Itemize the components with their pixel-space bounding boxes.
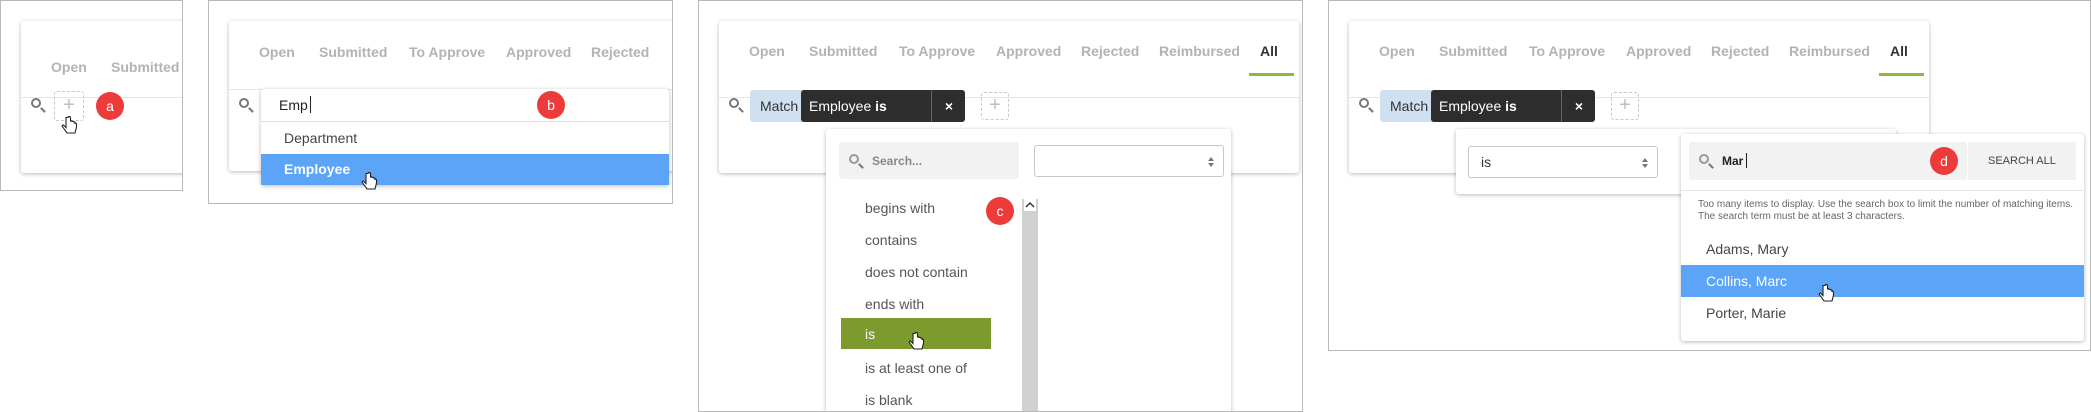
operator-list: begins with contains does not contain en… [841, 189, 1038, 411]
add-filter-button[interactable]: + [1611, 92, 1639, 120]
tab-bar: Open Submitted To Approve Approved Rejec… [229, 21, 672, 90]
hand-cursor-icon [361, 172, 378, 190]
suggestion-employee-label: Employee [284, 161, 351, 177]
tab-bar: Open Submitted [21, 21, 182, 98]
text-caret [310, 96, 311, 113]
tab-bar: Open Submitted To Approve Approved Rejec… [1349, 21, 1929, 98]
tab-rejected[interactable]: Rejected [591, 44, 649, 60]
operator-begins-with[interactable]: begins with [865, 200, 935, 216]
add-filter-button[interactable]: + [981, 92, 1009, 120]
value-search-input[interactable]: Mar d [1689, 142, 1967, 180]
tab-all[interactable]: All [1260, 43, 1278, 59]
tab-open[interactable]: Open [749, 43, 785, 59]
step-badge-a: a [96, 92, 124, 120]
hand-cursor-icon [61, 116, 78, 134]
panel-a: Open Submitted + a [0, 0, 183, 191]
scroll-up-icon[interactable] [1024, 199, 1036, 211]
panel-c: Open Submitted To Approve Approved Rejec… [698, 0, 1303, 412]
tab-all[interactable]: All [1890, 43, 1908, 59]
chip-divider [931, 90, 932, 122]
search-icon [729, 98, 739, 108]
search-input-value: Emp [279, 97, 308, 113]
filter-chip-label: Employee is [1439, 90, 1517, 122]
result-adams-mary[interactable]: Adams, Mary [1706, 241, 1788, 257]
hand-cursor-icon [1818, 284, 1835, 302]
value-select[interactable] [1034, 145, 1224, 177]
search-all-button[interactable]: SEARCH ALL [1968, 142, 2076, 180]
operator-ends-with[interactable]: ends with [865, 296, 924, 312]
result-porter-marie[interactable]: Porter, Marie [1706, 305, 1786, 321]
divider [1681, 190, 2084, 191]
tab-submitted[interactable]: Submitted [111, 59, 179, 75]
step-badge-c: c [986, 197, 1014, 225]
operator-select-value: is [1481, 154, 1492, 170]
employee-filter-chip[interactable]: Employee is × [1431, 90, 1595, 122]
search-icon [1359, 98, 1369, 108]
tab-reimbursed[interactable]: Reimbursed [1789, 43, 1870, 59]
tab-open[interactable]: Open [51, 59, 87, 75]
select-arrows-icon [1208, 157, 1214, 167]
filter-chip-operator: is [875, 98, 887, 114]
filter-chip-field: Employee [809, 98, 872, 114]
tab-rejected[interactable]: Rejected [1081, 43, 1139, 59]
filter-chip-operator: is [1505, 98, 1517, 114]
search-placeholder: Search... [872, 154, 923, 168]
filter-chip-label: Employee is [809, 90, 887, 122]
operator-is-blank[interactable]: is blank [865, 392, 912, 408]
tab-to-approve[interactable]: To Approve [899, 43, 975, 59]
suggestion-department[interactable]: Department [284, 130, 357, 146]
operator-scrollbar[interactable] [1022, 199, 1038, 411]
panel-d: Open Submitted To Approve Approved Rejec… [1328, 0, 2091, 351]
chip-divider [1561, 90, 1562, 122]
tab-to-approve[interactable]: To Approve [1529, 43, 1605, 59]
operator-does-not-contain[interactable]: does not contain [865, 264, 968, 280]
tab-rejected[interactable]: Rejected [1711, 43, 1769, 59]
operator-dropdown: Search... begins with contains does not … [826, 129, 1231, 411]
operator-at-least-one-of[interactable]: is at least one of [865, 360, 967, 376]
tab-approved[interactable]: Approved [506, 44, 571, 60]
employee-filter-chip[interactable]: Employee is × [801, 90, 965, 122]
tab-to-approve[interactable]: To Approve [409, 44, 485, 60]
result-collins-marc-label: Collins, Marc [1706, 273, 1787, 289]
tab-submitted[interactable]: Submitted [1439, 43, 1507, 59]
select-arrows-icon [1642, 158, 1648, 168]
field-autocomplete: Emp b Department Employee [261, 89, 669, 190]
hand-cursor-icon [908, 332, 925, 350]
tab-submitted[interactable]: Submitted [809, 43, 877, 59]
search-icon [239, 98, 249, 108]
step-badge-d: d [1930, 147, 1958, 175]
search-icon [1699, 154, 1709, 164]
tab-open[interactable]: Open [1379, 43, 1415, 59]
filter-chip-field: Employee [1439, 98, 1502, 114]
operator-contains[interactable]: contains [865, 232, 917, 248]
text-caret [1746, 153, 1747, 168]
close-icon[interactable]: × [1564, 90, 1594, 122]
close-icon[interactable]: × [934, 90, 964, 122]
hint-text: Too many items to display. Use the searc… [1698, 199, 2073, 222]
tab-open[interactable]: Open [259, 44, 295, 60]
operator-is-label: is [865, 326, 876, 342]
search-icon [31, 98, 41, 108]
value-search-text: Mar [1722, 154, 1744, 168]
tab-reimbursed[interactable]: Reimbursed [1159, 43, 1240, 59]
search-icon [849, 154, 859, 164]
operator-select[interactable]: is [1468, 146, 1658, 178]
panel-b: Open Submitted To Approve Approved Rejec… [208, 0, 673, 204]
value-lookup-panel: Mar d SEARCH ALL Too many items to displ… [1681, 134, 2084, 341]
operator-search-input[interactable]: Search... [839, 142, 1019, 179]
tab-bar: Open Submitted To Approve Approved Rejec… [719, 21, 1299, 98]
filter-card: Open Submitted + a [21, 21, 182, 173]
result-collins-marc[interactable]: Collins, Marc [1681, 265, 2084, 297]
field-search-input[interactable]: Emp [261, 89, 669, 122]
tab-approved[interactable]: Approved [996, 43, 1061, 59]
step-badge-b: b [537, 91, 565, 119]
suggestion-employee[interactable]: Employee [261, 154, 669, 185]
tab-submitted[interactable]: Submitted [319, 44, 387, 60]
search-all-label: SEARCH ALL [1988, 155, 2056, 167]
active-tab-indicator [1249, 73, 1294, 76]
active-tab-indicator [1879, 73, 1924, 76]
tab-approved[interactable]: Approved [1626, 43, 1691, 59]
